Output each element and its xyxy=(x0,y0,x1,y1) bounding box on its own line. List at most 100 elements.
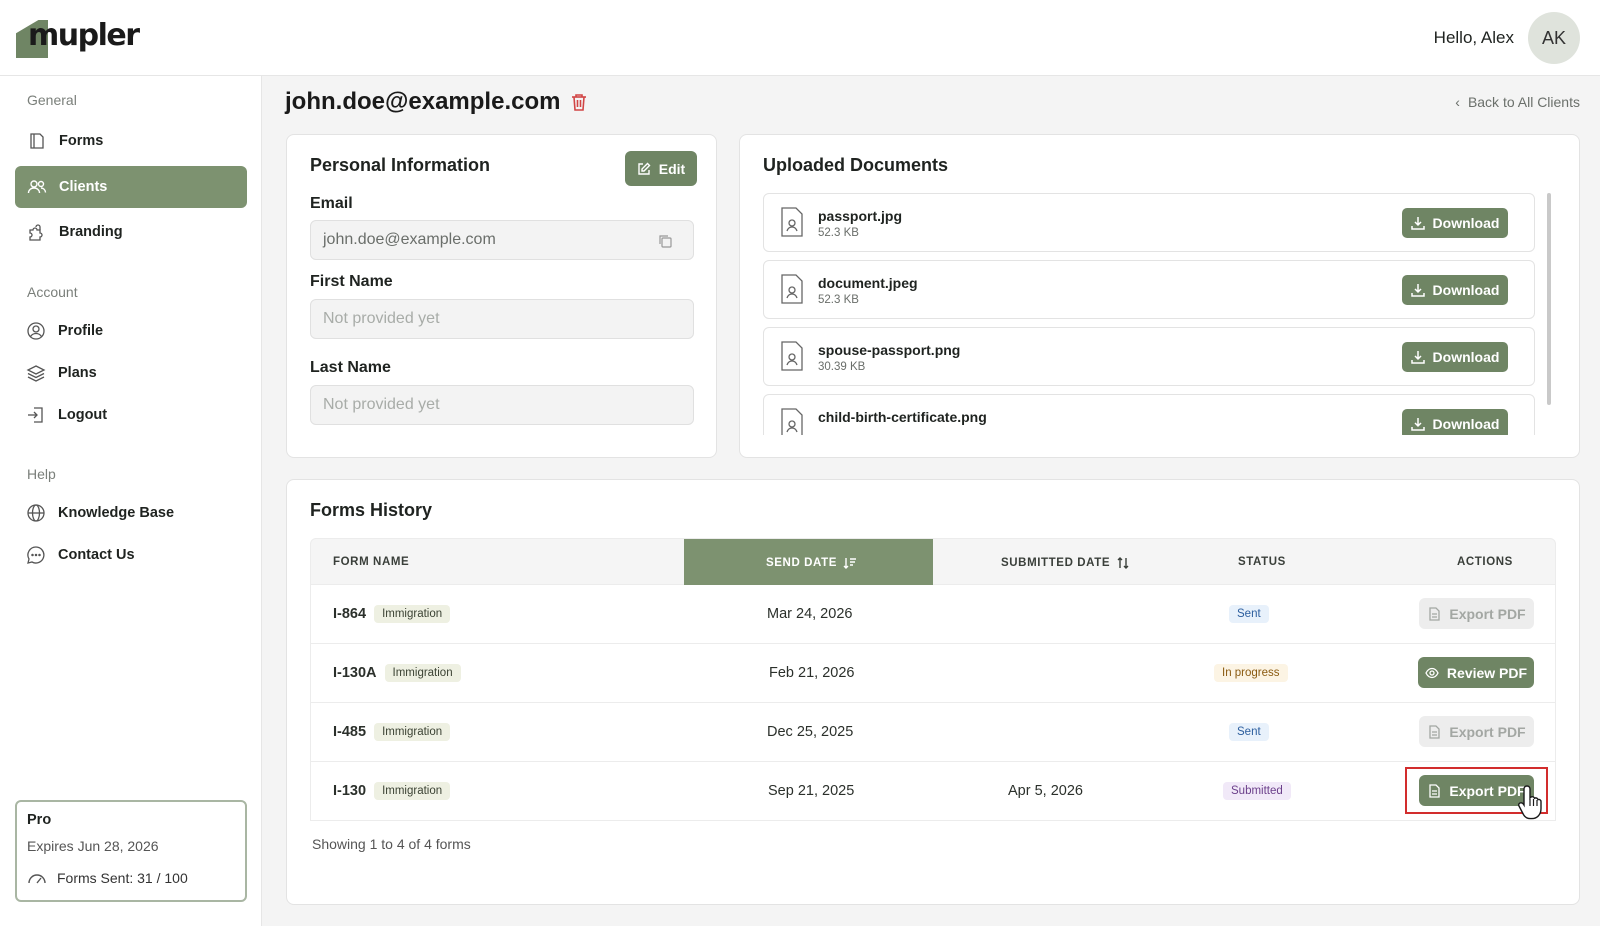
document-size: 52.3 KB xyxy=(818,294,859,306)
logout-icon xyxy=(26,405,46,425)
plan-usage: Forms Sent: 31 / 100 xyxy=(27,870,235,886)
status-badge: Submitted xyxy=(1223,782,1291,800)
form-tag: Immigration xyxy=(374,782,451,800)
sidebar-item-label: Knowledge Base xyxy=(58,505,175,521)
edit-button[interactable]: Edit xyxy=(625,151,697,186)
column-submitted-date[interactable]: SUBMITTED DATE xyxy=(1001,556,1130,570)
status-badge: In progress xyxy=(1214,664,1288,682)
pdf-file-icon xyxy=(1429,724,1441,739)
sidebar-item-label: Plans xyxy=(58,365,97,381)
document-name: document.jpeg xyxy=(818,275,918,291)
sidebar-section-general: General xyxy=(27,92,77,108)
column-form-name[interactable]: FORM NAME xyxy=(333,556,409,568)
sidebar-item-label: Logout xyxy=(58,407,108,423)
sidebar-item-profile[interactable]: Profile xyxy=(15,310,247,352)
documents-card: Uploaded Documents passport.jpg 52.3 KB … xyxy=(739,134,1580,458)
form-name-cell: I-864 Immigration xyxy=(333,605,451,623)
form-tag: Immigration xyxy=(374,605,451,623)
sidebar-item-plans[interactable]: Plans xyxy=(15,352,247,394)
email-field[interactable]: john.doe@example.com xyxy=(310,220,694,260)
gauge-icon xyxy=(28,874,46,884)
chat-icon xyxy=(26,545,46,565)
last-name-field[interactable]: Not provided yet xyxy=(310,385,694,425)
plan-usage-text: Forms Sent: 31 / 100 xyxy=(57,870,188,886)
export-pdf-button[interactable]: Export PDF xyxy=(1419,598,1534,629)
send-date-cell: Dec 25, 2025 xyxy=(767,724,854,740)
document-name: passport.jpg xyxy=(818,208,903,224)
send-date-cell: Mar 24, 2026 xyxy=(767,606,853,622)
first-name-field[interactable]: Not provided yet xyxy=(310,299,694,339)
back-link-label: Back to All Clients xyxy=(1467,94,1580,110)
documents-scrollbar[interactable] xyxy=(1547,193,1551,405)
pagination-summary: Showing 1 to 4 of 4 forms xyxy=(312,836,471,852)
profile-icon xyxy=(26,321,46,341)
sidebar-item-contact-us[interactable]: Contact Us xyxy=(15,534,247,576)
sidebar-item-knowledge-base[interactable]: Knowledge Base xyxy=(15,492,247,534)
clients-icon xyxy=(27,177,47,197)
submitted-date-cell: Apr 5, 2026 xyxy=(1008,783,1083,799)
copy-icon[interactable] xyxy=(657,233,673,249)
download-icon xyxy=(1410,418,1425,431)
plans-icon xyxy=(26,363,46,383)
file-icon xyxy=(781,207,803,237)
document-item: passport.jpg 52.3 KB Download xyxy=(763,193,1535,252)
chevron-left-icon: ‹ xyxy=(1455,94,1460,110)
send-date-cell: Sep 21, 2025 xyxy=(768,783,855,799)
form-name-cell: I-485 Immigration xyxy=(333,723,451,741)
client-email-title: john.doe@example.com xyxy=(285,88,561,115)
first-name-placeholder: Not provided yet xyxy=(323,310,440,327)
form-name-cell: I-130A Immigration xyxy=(333,664,461,682)
document-size: 30.39 KB xyxy=(818,361,866,373)
hand-cursor-icon xyxy=(1518,785,1542,820)
edit-label: Edit xyxy=(658,160,686,177)
download-button[interactable]: Download xyxy=(1402,342,1508,372)
document-item: child-birth-certificate.png Download xyxy=(763,394,1535,435)
file-icon xyxy=(781,341,803,371)
table-row: I-485 Immigration Dec 25, 2025 Sent Expo… xyxy=(310,703,1556,762)
download-icon xyxy=(1410,351,1425,364)
greeting-text: Hello, Alex xyxy=(1433,28,1514,47)
avatar[interactable]: AK xyxy=(1528,12,1580,64)
first-name-label: First Name xyxy=(310,273,393,290)
documents-title: Uploaded Documents xyxy=(763,155,949,175)
last-name-placeholder: Not provided yet xyxy=(323,396,440,413)
trash-icon[interactable] xyxy=(570,92,588,112)
documents-list[interactable]: passport.jpg 52.3 KB Download document.j… xyxy=(763,193,1535,435)
column-status: STATUS xyxy=(1238,556,1286,568)
sidebar-item-label: Branding xyxy=(59,224,123,240)
document-item: document.jpeg 52.3 KB Download xyxy=(763,260,1535,319)
sidebar-item-label: Forms xyxy=(59,133,104,149)
edit-icon xyxy=(638,162,651,175)
sidebar-item-clients[interactable]: Clients xyxy=(15,166,247,208)
app-logo[interactable]: mupler xyxy=(16,18,140,60)
download-button[interactable]: Download xyxy=(1402,208,1508,238)
document-item: spouse-passport.png 30.39 KB Download xyxy=(763,327,1535,386)
sidebar-section-account: Account xyxy=(27,284,78,300)
personal-info-title: Personal Information xyxy=(310,155,491,175)
column-send-date[interactable]: SEND DATE xyxy=(766,556,857,570)
sidebar: General Forms Clients Branding Account P… xyxy=(0,76,262,926)
page-title: john.doe@example.com xyxy=(285,88,588,116)
form-name-cell: I-130 Immigration xyxy=(333,782,451,800)
plan-name: Pro xyxy=(27,812,52,828)
review-pdf-button[interactable]: Review PDF xyxy=(1418,657,1534,688)
personal-info-card: Personal Information Edit Email john.doe… xyxy=(286,134,717,458)
send-date-cell: Feb 21, 2026 xyxy=(769,665,855,681)
document-name: spouse-passport.png xyxy=(818,342,961,358)
back-to-clients-link[interactable]: ‹ Back to All Clients xyxy=(1455,94,1580,110)
download-label: Download xyxy=(1432,282,1500,298)
sidebar-item-label: Contact Us xyxy=(58,547,135,563)
download-button[interactable]: Download xyxy=(1402,275,1508,305)
download-button[interactable]: Download xyxy=(1402,409,1508,435)
sidebar-item-forms[interactable]: Forms xyxy=(15,120,247,162)
sidebar-item-logout[interactable]: Logout xyxy=(15,394,247,436)
email-label: Email xyxy=(310,195,353,212)
plan-expiry: Expires Jun 28, 2026 xyxy=(27,838,159,854)
sidebar-item-branding[interactable]: Branding xyxy=(15,211,247,253)
export-pdf-button[interactable]: Export PDF xyxy=(1419,716,1534,747)
download-label: Download xyxy=(1432,416,1500,432)
form-tag: Immigration xyxy=(384,664,461,682)
forms-icon xyxy=(27,131,47,151)
globe-icon xyxy=(26,503,46,523)
download-icon xyxy=(1410,284,1425,297)
